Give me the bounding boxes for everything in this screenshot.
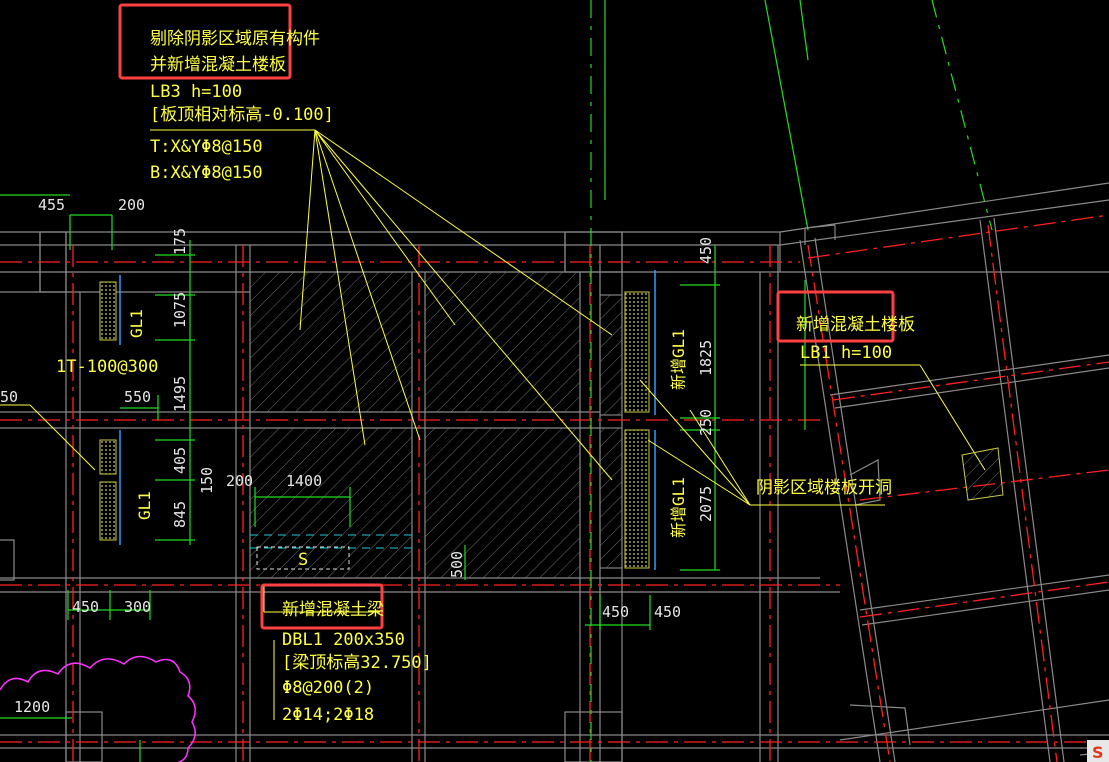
dim-455: 455: [38, 196, 65, 214]
label-new-gl1-upper: 新增GL1: [669, 329, 688, 390]
note-lb1-title: LB1 h=100: [800, 343, 892, 363]
dim-175: 175: [171, 228, 189, 255]
dim-450-bl: 450: [72, 598, 99, 616]
note-dbl1-bars: 2Φ14;2Φ18: [282, 705, 374, 725]
note-lb3-title: LB3 h=100: [150, 82, 242, 102]
note-new-slab: 新增混凝土楼板: [796, 315, 915, 335]
note-dbl1-size: DBL1 200x350: [282, 630, 405, 650]
dim-200-top: 200: [118, 196, 145, 214]
dim-405: 405: [171, 447, 189, 474]
label-new-gl1-lower: 新增GL1: [669, 477, 688, 538]
dim-550: 550: [124, 388, 151, 406]
label-gl1-lower: GL1: [135, 491, 154, 520]
dim-450-top: 450: [697, 237, 715, 264]
note-lb3-top: T:X&YΦ8@150: [150, 137, 263, 157]
dim-1825: 1825: [697, 340, 715, 376]
note-dbl1-elev: [梁顶标高32.750]: [282, 653, 432, 673]
dim-250: 250: [697, 409, 715, 436]
dim-300: 300: [124, 598, 151, 616]
note-new-beam: 新增混凝土梁: [282, 600, 384, 620]
note-remove-line2: 并新增混凝土楼板: [150, 55, 286, 75]
dim-450-b1: 450: [602, 603, 629, 621]
dim-450-b2: 450: [654, 603, 681, 621]
hatched-region: [249, 271, 623, 579]
status-icon-label: S: [1092, 743, 1104, 762]
cad-drawing-canvas[interactable]: 剔除阴影区域原有构件 并新增混凝土楼板 LB3 h=100 [板顶相对标高-0.…: [0, 0, 1109, 762]
dim-50: 50: [0, 388, 18, 406]
dim-2075: 2075: [697, 486, 715, 522]
dim-200-mid: 200: [226, 472, 253, 490]
dim-1200: 1200: [14, 698, 50, 716]
opening-patch: [961, 447, 1004, 501]
note-opening: 阴影区域楼板开洞: [756, 478, 892, 498]
note-remove-line1: 剔除阴影区域原有构件: [150, 29, 320, 49]
dim-845: 845: [171, 501, 189, 528]
leader-lines: [0, 129, 986, 720]
note-dbl1-stirrup: Φ8@200(2): [282, 678, 374, 698]
note-lb3-bottom: B:X&YΦ8@150: [150, 163, 263, 183]
dim-1400: 1400: [286, 472, 322, 490]
dim-1075: 1075: [171, 292, 189, 328]
status-icon[interactable]: S: [1087, 740, 1109, 762]
dim-500: 500: [448, 551, 466, 578]
label-s: S: [298, 550, 308, 570]
dim-1495: 1495: [171, 376, 189, 412]
label-gl1-upper: GL1: [127, 309, 146, 338]
note-rebar-1t: 1T-100@300: [56, 357, 158, 377]
dim-150: 150: [198, 467, 216, 494]
note-lb3-elev: [板顶相对标高-0.100]: [150, 105, 334, 125]
